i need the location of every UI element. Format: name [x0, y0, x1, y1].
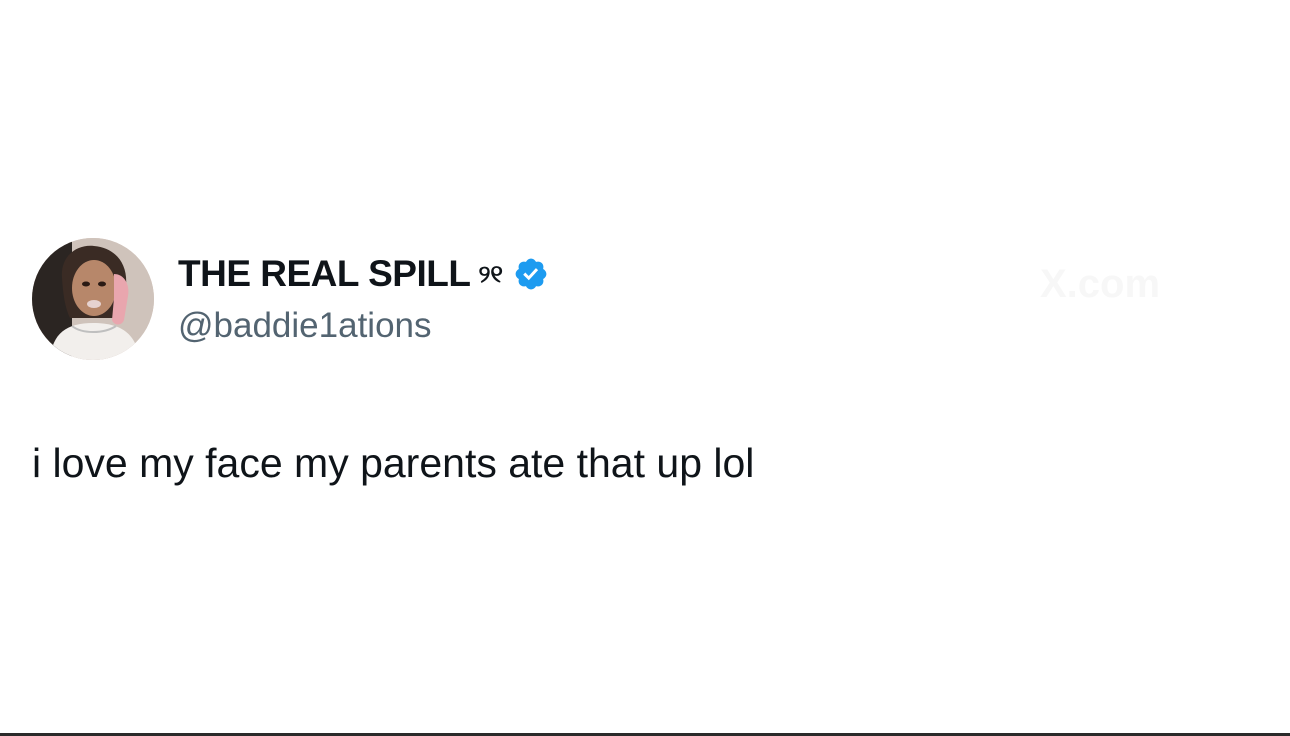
display-name[interactable]: THE REAL SPILL — [178, 253, 471, 295]
tweet-text: i love my face my parents ate that up lo… — [32, 440, 755, 486]
user-handle[interactable]: @baddie1ations — [178, 306, 549, 346]
name-row: THE REAL SPILL ୨୧ — [178, 252, 549, 296]
watermark: X.com — [1040, 262, 1161, 306]
name-emoji: ୨୧ — [478, 260, 503, 288]
tweet-card: THE REAL SPILL ୨୧ @baddie1ations i love … — [0, 0, 1290, 736]
verified-badge-icon — [513, 256, 549, 292]
avatar[interactable] — [32, 238, 154, 360]
tweet-header: THE REAL SPILL ୨୧ @baddie1ations — [178, 252, 549, 352]
